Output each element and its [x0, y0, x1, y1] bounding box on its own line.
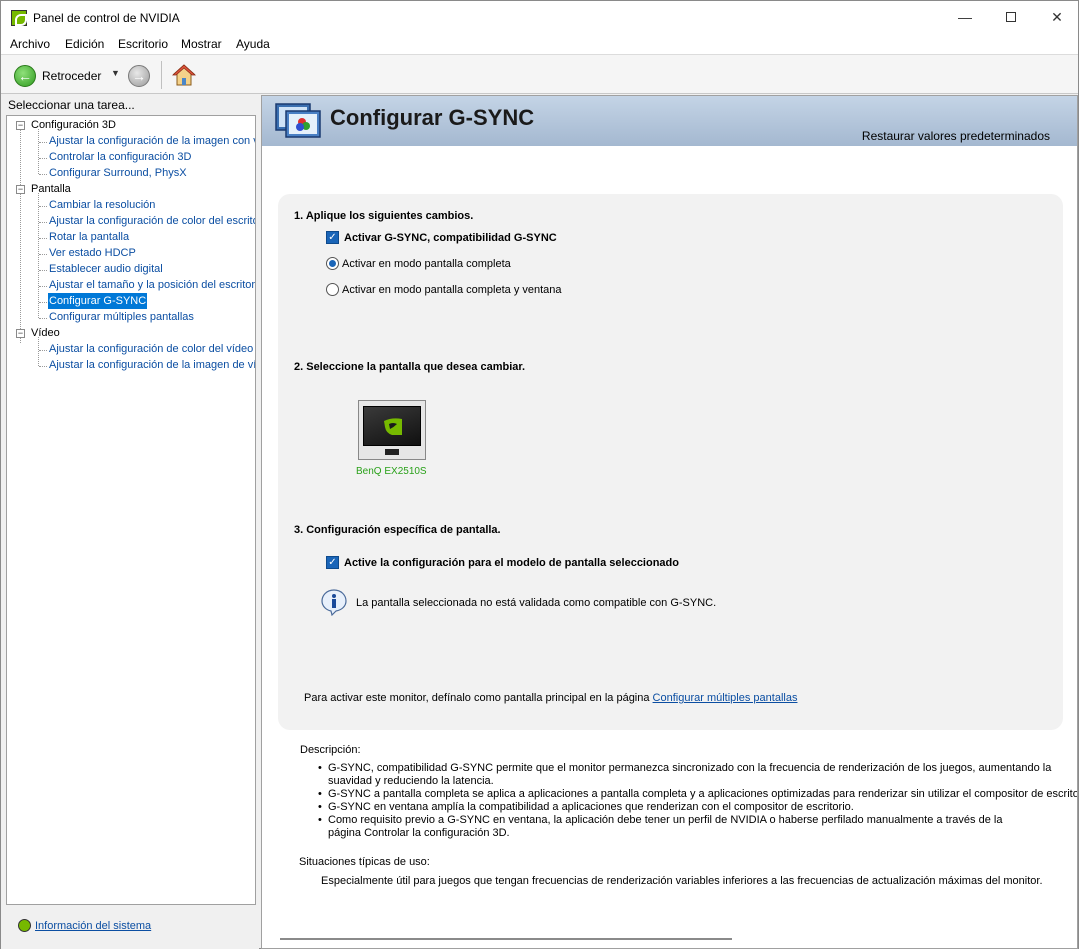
gsync-validation-message: La pantalla seleccionada no está validad… [356, 597, 717, 609]
tree-connector [38, 193, 39, 318]
description-item: G-SYNC a pantalla completa se aplica a a… [318, 788, 1077, 801]
tree-item-resolution[interactable]: Cambiar la resolución [49, 197, 155, 213]
primary-display-hint-text: Para activar este monitor, defínalo como… [304, 692, 653, 704]
tree-connector [20, 129, 21, 343]
enable-gsync-label[interactable]: Activar G-SYNC, compatibilidad G-SYNC [344, 232, 557, 244]
description-item: G-SYNC, compatibilidad G-SYNC permite qu… [318, 762, 1077, 788]
monitor-tile[interactable] [358, 400, 426, 460]
minimize-button[interactable]: — [942, 1, 988, 34]
section-3-title: 3. Configuración específica de pantalla. [294, 524, 501, 536]
menu-edicion[interactable]: Edición [65, 37, 104, 51]
tree-item-surround-physx[interactable]: Configurar Surround, PhysX [49, 165, 187, 181]
maximize-icon [1006, 12, 1016, 22]
title-bar: Panel de control de NVIDIA — ✕ [1, 1, 1078, 34]
toolbar: ← Retroceder ▼ → [1, 54, 1078, 94]
tree-category-3d[interactable]: Configuración 3D [31, 117, 116, 133]
task-tree: − Configuración 3D Ajustar la configurac… [6, 115, 256, 905]
primary-display-hint: Para activar este monitor, defínalo como… [304, 692, 797, 704]
collapse-3d-icon[interactable]: − [16, 121, 25, 130]
enable-model-label[interactable]: Active la configuración para el modelo d… [344, 557, 679, 569]
app-window: Panel de control de NVIDIA — ✕ Archivo E… [0, 0, 1079, 949]
monitor-stand [385, 449, 399, 455]
description-title: Descripción: [300, 744, 361, 756]
restore-defaults-link[interactable]: Restaurar valores predeterminados [862, 129, 1050, 143]
collapse-pantalla-icon[interactable]: − [16, 185, 25, 194]
description-item: Como requisito previo a G-SYNC en ventan… [318, 814, 1030, 840]
tree-connector [38, 129, 39, 174]
page-title: Configurar G-SYNC [330, 105, 535, 130]
fullscreen-window-radio[interactable] [326, 283, 339, 296]
monitor-name[interactable]: BenQ EX2510S [356, 466, 427, 477]
menu-bar: Archivo Edición Escritorio Mostrar Ayuda [1, 34, 1078, 54]
tree-item-multiple-displays[interactable]: Configurar múltiples pantallas [49, 309, 194, 325]
tree-item-gsync[interactable]: Configurar G-SYNC [48, 293, 148, 309]
tree-category-video[interactable]: Vídeo [31, 325, 60, 341]
tree-item-desktop-size[interactable]: Ajustar el tamaño y la posición del escr… [49, 277, 255, 293]
system-info-link[interactable]: Información del sistema [35, 920, 151, 932]
description-item: G-SYNC en ventana amplía la compatibilid… [318, 801, 1077, 814]
system-info-icon [18, 919, 31, 932]
content-pane: Configurar G-SYNC Restaurar valores pred… [261, 95, 1078, 949]
info-icon [321, 589, 347, 616]
menu-ayuda[interactable]: Ayuda [236, 37, 270, 51]
tree-category-pantalla[interactable]: Pantalla [31, 181, 71, 197]
tree-item-rotate[interactable]: Rotar la pantalla [49, 229, 129, 245]
back-button-label[interactable]: Retroceder [42, 69, 101, 83]
forward-arrow-icon[interactable]: → [128, 65, 150, 87]
collapse-video-icon[interactable]: − [16, 329, 25, 338]
tree-item-video-image[interactable]: Ajustar la configuración de la imagen de… [49, 357, 255, 373]
menu-archivo[interactable]: Archivo [10, 37, 50, 51]
close-button[interactable]: ✕ [1034, 1, 1079, 34]
tree-item-image-settings[interactable]: Ajustar la configuración de la imagen co… [49, 133, 255, 149]
maximize-button[interactable] [988, 1, 1034, 34]
back-arrow-icon[interactable]: ← [14, 65, 36, 87]
description-list: G-SYNC, compatibilidad G-SYNC permite qu… [318, 762, 1077, 840]
settings-panel: 1. Aplique los siguientes cambios. ✓ Act… [278, 194, 1063, 730]
task-panel: Seleccionar una tarea... − Configuración… [1, 95, 259, 949]
section-2-title: 2. Seleccione la pantalla que desea camb… [294, 361, 526, 373]
tree-item-3d-settings[interactable]: Controlar la configuración 3D [49, 149, 191, 165]
page-header: Configurar G-SYNC Restaurar valores pred… [262, 96, 1077, 146]
toolbar-separator [161, 61, 162, 89]
fullscreen-radio[interactable] [326, 257, 339, 270]
configure-multiple-displays-link[interactable]: Configurar múltiples pantallas [653, 692, 798, 704]
history-dropdown-icon[interactable]: ▼ [111, 68, 120, 78]
enable-gsync-checkbox[interactable]: ✓ [326, 231, 339, 244]
menu-mostrar[interactable]: Mostrar [181, 37, 222, 51]
tree-connector [38, 337, 39, 366]
enable-model-checkbox[interactable]: ✓ [326, 556, 339, 569]
menu-escritorio[interactable]: Escritorio [118, 37, 168, 51]
window-title: Panel de control de NVIDIA [33, 11, 180, 25]
task-panel-header: Seleccionar una tarea... [8, 98, 135, 112]
usage-title: Situaciones típicas de uso: [299, 856, 430, 868]
display-settings-icon [275, 103, 321, 138]
home-icon[interactable] [172, 63, 196, 87]
nvidia-app-icon [11, 10, 27, 26]
usage-text: Especialmente útil para juegos que tenga… [321, 875, 1043, 887]
monitor-icon [363, 406, 421, 446]
tree-item-digital-audio[interactable]: Establecer audio digital [49, 261, 163, 277]
section-1-title: 1. Aplique los siguientes cambios. [294, 210, 474, 222]
tree-item-desktop-color[interactable]: Ajustar la configuración de color del es… [49, 213, 255, 229]
fullscreen-radio-label[interactable]: Activar en modo pantalla completa [342, 258, 511, 270]
fullscreen-window-radio-label[interactable]: Activar en modo pantalla completa y vent… [342, 284, 562, 296]
nvidia-logo-icon [384, 418, 402, 435]
content-horizontal-scrollbar[interactable] [280, 938, 732, 940]
tree-item-hdcp[interactable]: Ver estado HDCP [49, 245, 136, 261]
tree-item-video-color[interactable]: Ajustar la configuración de color del ví… [49, 341, 253, 357]
